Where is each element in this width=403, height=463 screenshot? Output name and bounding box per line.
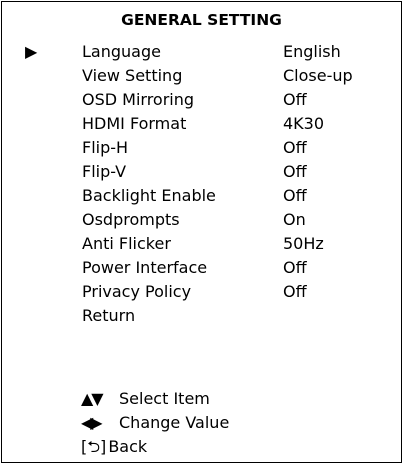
menu-item-label: OSD Mirroring — [82, 90, 195, 109]
help-back: [⮌] Back — [81, 435, 229, 459]
menu-item-label: Power Interface — [82, 258, 208, 277]
menu-item-hdmi-format[interactable]: HDMI Format 4K30 — [2, 112, 401, 136]
menu-item-label: HDMI Format — [82, 114, 187, 133]
menu-item-return[interactable]: Return — [2, 304, 401, 328]
menu-item-value: Off — [283, 258, 307, 277]
menu-item-label: Osdprompts — [82, 210, 180, 229]
menu-item-privacy-policy[interactable]: Privacy Policy Off — [2, 280, 401, 304]
help-back-label: Back — [108, 437, 148, 456]
help-change-label: Change Value — [119, 413, 230, 432]
help-select-item: ▲▼ Select Item — [81, 387, 229, 411]
menu-item-value: 50Hz — [283, 234, 324, 253]
menu-item-label: View Setting — [82, 66, 183, 85]
menu-title: GENERAL SETTING — [121, 11, 282, 29]
menu-item-flip-v[interactable]: Flip-V Off — [2, 160, 401, 184]
help-select-label: Select Item — [119, 389, 210, 408]
up-down-arrows-icon: ▲▼ — [81, 389, 104, 408]
menu-item-label: Privacy Policy — [82, 282, 192, 301]
menu-item-label: Language — [82, 42, 161, 61]
menu-item-label: Flip-H — [82, 138, 129, 157]
menu-item-value: 4K30 — [283, 114, 325, 133]
menu-item-flip-h[interactable]: Flip-H Off — [2, 136, 401, 160]
menu-item-power-interface[interactable]: Power Interface Off — [2, 256, 401, 280]
menu-item-value: Off — [283, 138, 307, 157]
menu-item-label: Flip-V — [82, 162, 127, 181]
menu-item-anti-flicker[interactable]: Anti Flicker 50Hz — [2, 232, 401, 256]
menu-item-value: Off — [283, 186, 307, 205]
menu-item-osd-mirroring[interactable]: OSD Mirroring Off — [2, 88, 401, 112]
menu-item-language[interactable]: Language English — [2, 40, 401, 64]
menu-list: Language English View Setting Close-up O… — [2, 40, 401, 328]
osd-menu-panel: GENERAL SETTING ▶ Language English View … — [1, 1, 402, 463]
back-return-icon: [⮌] — [81, 437, 107, 456]
menu-item-backlight-enable[interactable]: Backlight Enable Off — [2, 184, 401, 208]
menu-item-value: Off — [283, 90, 307, 109]
left-right-arrows-icon: ◀▶ — [81, 413, 103, 432]
menu-item-label: Anti Flicker — [82, 234, 171, 253]
menu-item-value: Off — [283, 162, 307, 181]
menu-item-value: Close-up — [283, 66, 353, 85]
menu-item-value: English — [283, 42, 341, 61]
menu-item-value: Off — [283, 282, 307, 301]
help-change-value: ◀▶ Change Value — [81, 411, 229, 435]
menu-item-value: On — [283, 210, 306, 229]
key-help: ▲▼ Select Item ◀▶ Change Value [⮌] Back — [81, 387, 229, 459]
menu-item-view-setting[interactable]: View Setting Close-up — [2, 64, 401, 88]
menu-item-osdprompts[interactable]: Osdprompts On — [2, 208, 401, 232]
menu-item-label: Return — [82, 306, 136, 325]
menu-item-label: Backlight Enable — [82, 186, 216, 205]
